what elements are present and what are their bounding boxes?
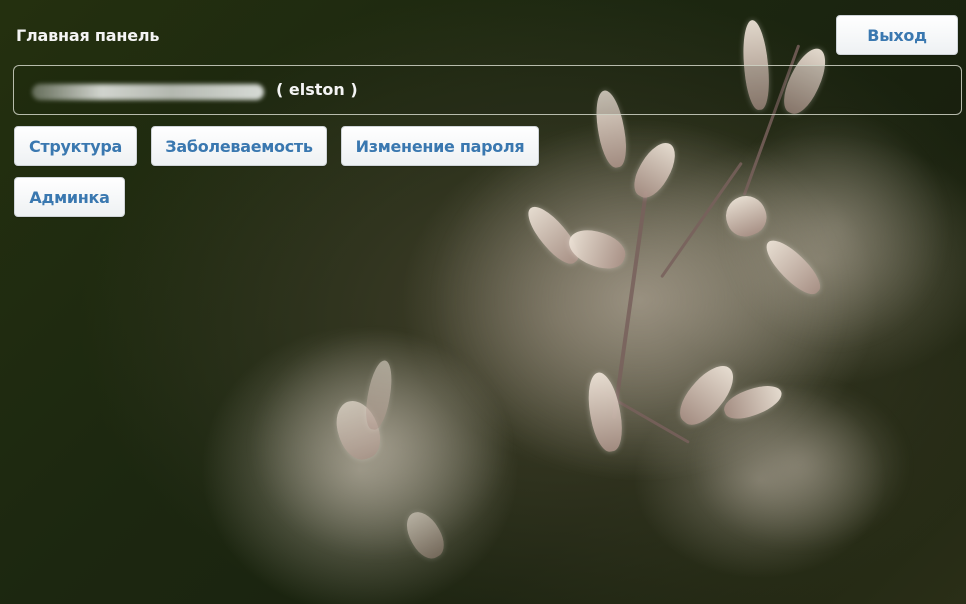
structure-button[interactable]: Структура [14,126,137,166]
morbidity-button[interactable]: Заболеваемость [151,126,327,166]
change-password-button[interactable]: Изменение пароля [341,126,539,166]
user-info-panel: ( elston ) [13,65,962,115]
user-login-label: ( elston ) [276,80,358,99]
admin-button[interactable]: Админка [14,177,125,217]
user-name-redacted [32,84,264,100]
page-title: Главная панель [16,26,160,45]
logout-button[interactable]: Выход [836,15,958,55]
